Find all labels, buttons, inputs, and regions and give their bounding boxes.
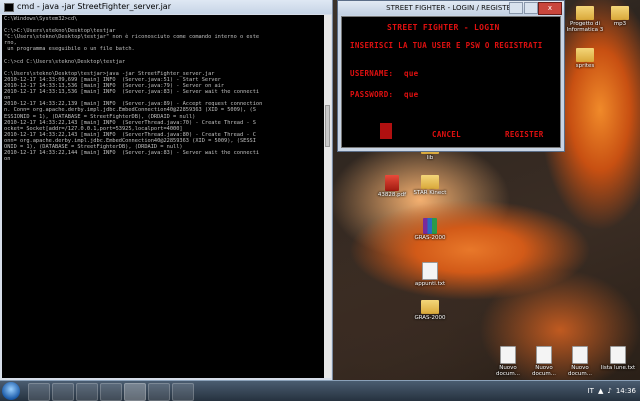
cmd-titlebar[interactable]: cmd - java -jar StreetFighter_server.jar <box>0 0 332 14</box>
maximize-button[interactable] <box>524 2 538 14</box>
desktop-icon-folder[interactable]: GRAS-2000 <box>410 300 450 321</box>
taskbar-app-java[interactable] <box>148 383 170 401</box>
folder-icon <box>576 48 594 62</box>
cancel-button[interactable]: CANCEL <box>432 130 461 139</box>
archive-icon <box>423 218 437 234</box>
cmd-icon <box>4 2 14 12</box>
cmd-title: cmd - java -jar StreetFighter_server.jar <box>17 2 171 11</box>
console-output: C:\Windows\System32>cd\ C:\>C:\Users\ste… <box>4 16 263 163</box>
pdf-icon <box>385 175 399 191</box>
close-button[interactable]: x <box>538 2 562 15</box>
scrollbar-thumb[interactable] <box>325 105 330 147</box>
username-field[interactable]: que <box>404 69 418 78</box>
game-panel: STREET FIGHTER - LOGIN INSERISCI LA TUA … <box>341 16 561 148</box>
taskbar-app-firefox[interactable] <box>76 383 98 401</box>
desktop-icon-folder[interactable]: mp3 <box>600 6 640 27</box>
password-field[interactable]: que <box>404 90 418 99</box>
folder-icon <box>611 6 629 20</box>
system-tray: IT ▲ ♪ 14:36 <box>588 381 636 401</box>
password-label: PASSWORD: <box>350 90 394 99</box>
cmd-console[interactable]: C:\Windows\System32>cd\ C:\>C:\Users\ste… <box>2 15 324 378</box>
desktop-icon-folder[interactable]: sprites <box>565 48 605 69</box>
document-icon <box>422 262 438 280</box>
desktop-icon-archive[interactable]: GRAS-2000 <box>410 218 450 241</box>
taskbar-app-media[interactable] <box>52 383 74 401</box>
minimize-button[interactable] <box>509 2 523 14</box>
document-icon <box>572 346 588 364</box>
clock[interactable]: 14:36 <box>616 387 636 395</box>
document-icon <box>500 346 516 364</box>
document-icon <box>536 346 552 364</box>
cmd-window[interactable]: cmd - java -jar StreetFighter_server.jar… <box>0 0 333 380</box>
folder-icon <box>421 300 439 314</box>
cmd-scrollbar[interactable] <box>324 15 331 378</box>
folder-icon <box>576 6 594 20</box>
desktop-icon-folder[interactable]: STAR Kinect <box>410 175 450 196</box>
tray-arrow-icon[interactable]: ▲ <box>598 387 603 395</box>
start-button[interactable] <box>2 382 20 400</box>
desktop-icon-document[interactable]: lista lune.txt <box>598 346 638 371</box>
language-indicator[interactable]: IT <box>588 387 594 395</box>
game-window-title: STREET FIGHTER - LOGIN / REGISTER <box>386 4 516 12</box>
desktop-icon-folder[interactable]: Progetto di Informatica 3 <box>565 6 605 33</box>
desktop-icon-pdf[interactable]: 43828.pdf <box>372 175 412 198</box>
desktop-icon-document[interactable]: Nuovo docum... <box>560 346 600 377</box>
taskbar-app-game[interactable] <box>172 383 194 401</box>
register-button[interactable]: REGISTER <box>505 130 544 139</box>
login-heading: STREET FIGHTER - LOGIN <box>387 23 500 32</box>
game-login-window[interactable]: STREET FIGHTER - LOGIN / REGISTER x STRE… <box>337 0 565 152</box>
folder-icon <box>421 175 439 189</box>
game-titlebar[interactable]: STREET FIGHTER - LOGIN / REGISTER x <box>338 1 564 15</box>
username-label: USERNAME: <box>350 69 394 78</box>
desktop-icon-document[interactable]: Nuovo docum... <box>488 346 528 377</box>
desktop-icon-document[interactable]: Nuovo docum... <box>524 346 564 377</box>
document-icon <box>610 346 626 364</box>
taskbar: IT ▲ ♪ 14:36 <box>0 380 640 401</box>
desktop-icon-text[interactable]: appunti.txt <box>410 262 450 287</box>
login-button[interactable] <box>380 123 392 139</box>
taskbar-app-explorer[interactable] <box>28 383 50 401</box>
volume-icon[interactable]: ♪ <box>607 387 611 395</box>
taskbar-app-cmd[interactable] <box>124 383 146 401</box>
login-instructions: INSERISCI LA TUA USER E PSW O REGISTRATI <box>350 41 543 50</box>
taskbar-app-opera[interactable] <box>100 383 122 401</box>
